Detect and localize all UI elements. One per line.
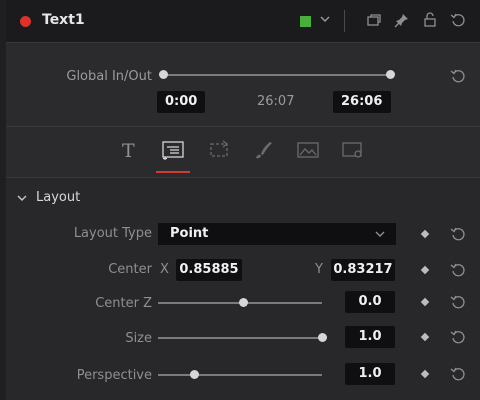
size-slider-track[interactable] (158, 337, 322, 339)
layout-type-value: Point (170, 226, 209, 241)
perspective-slider-track[interactable] (158, 374, 322, 376)
tab-transform[interactable] (207, 139, 231, 161)
tab-shading[interactable] (252, 139, 276, 161)
layout-type-dropdown[interactable]: Point (158, 223, 396, 245)
reset-icon[interactable] (450, 294, 466, 310)
svg-text:T: T (122, 140, 135, 161)
lock-icon[interactable] (422, 12, 438, 28)
header-divider (344, 10, 345, 32)
global-in-out-section: Global In/Out 0:00 26:07 26:06 (6, 43, 480, 127)
node-header: Text1 (6, 0, 480, 43)
perspective-label: Perspective (76, 368, 152, 383)
chevron-down-icon[interactable] (16, 192, 28, 204)
duplicate-icon[interactable] (366, 12, 382, 28)
global-duration: 26:07 (257, 94, 295, 109)
node-title: Text1 (42, 12, 85, 28)
perspective-field[interactable]: 1.0 (345, 363, 395, 385)
reset-icon[interactable] (450, 329, 466, 345)
keyframe-diamond-icon[interactable] (420, 332, 430, 342)
node-enable-dot[interactable] (20, 16, 31, 27)
global-in-out-label: Global In/Out (66, 69, 152, 84)
center-label: Center (108, 262, 152, 277)
tab-text[interactable]: T (116, 139, 140, 161)
active-tab-indicator (156, 171, 190, 173)
layout-type-label: Layout Type (73, 226, 152, 241)
center-z-label: Center Z (95, 296, 152, 311)
center-z-slider-handle[interactable] (238, 298, 248, 307)
layout-section-header[interactable]: Layout (6, 178, 480, 218)
keyframe-diamond-icon[interactable] (420, 265, 430, 275)
reset-icon[interactable] (450, 262, 466, 278)
center-x-field[interactable]: 0.85885 (176, 259, 242, 281)
reset-icon[interactable] (450, 366, 466, 382)
layout-section-title: Layout (36, 190, 81, 205)
reset-icon[interactable] (450, 226, 466, 242)
size-label: Size (125, 331, 152, 346)
tab-settings[interactable] (341, 139, 365, 161)
center-y-field[interactable]: 0.83217 (331, 259, 395, 281)
tab-image[interactable] (296, 139, 320, 161)
reset-icon[interactable] (450, 12, 466, 28)
tab-layout[interactable] (161, 139, 185, 161)
pin-icon[interactable] (394, 12, 410, 28)
layout-section: Layout Layout Type Point Center X 0.8588… (6, 178, 480, 400)
chevron-down-icon[interactable] (318, 12, 332, 26)
size-field[interactable]: 1.0 (345, 326, 395, 348)
global-in-handle[interactable] (159, 70, 168, 79)
global-range-track[interactable] (163, 74, 391, 76)
inspector-tabs: T (6, 127, 480, 178)
center-z-field[interactable]: 0.0 (345, 291, 395, 313)
global-in-field[interactable]: 0:00 (157, 91, 205, 113)
color-swatch[interactable] (300, 16, 311, 27)
size-slider-handle[interactable] (317, 333, 327, 342)
inspector-panel: Text1 Global In/Out 0:00 26:07 26:06 T L… (6, 0, 480, 400)
perspective-slider-handle[interactable] (189, 370, 199, 379)
center-x-axis-label: X (160, 262, 169, 277)
reset-icon[interactable] (450, 68, 466, 84)
global-out-field[interactable]: 26:06 (333, 91, 391, 113)
keyframe-diamond-icon[interactable] (420, 369, 430, 379)
center-y-axis-label: Y (315, 262, 323, 277)
keyframe-diamond-icon[interactable] (420, 229, 430, 239)
chevron-down-icon (375, 231, 385, 237)
keyframe-diamond-icon[interactable] (420, 297, 430, 307)
global-out-handle[interactable] (386, 70, 395, 79)
